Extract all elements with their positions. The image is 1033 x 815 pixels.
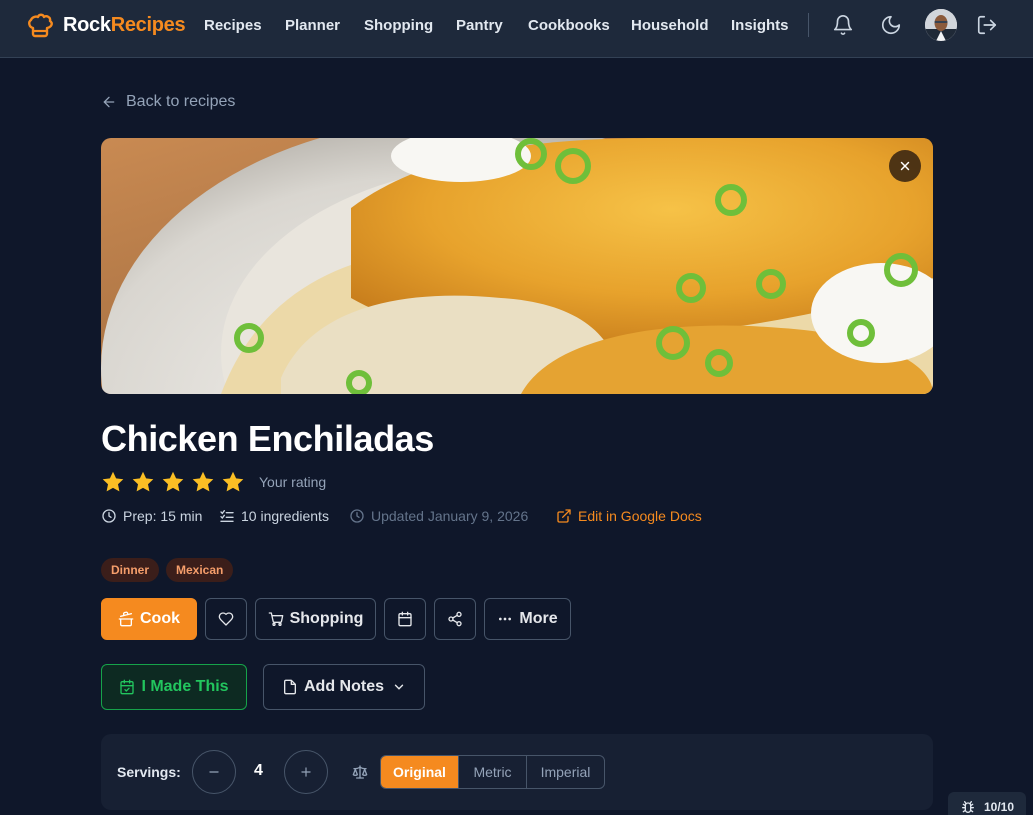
cooking-pot-icon xyxy=(118,611,134,627)
calendar-check-icon xyxy=(120,679,135,695)
chef-hat-icon xyxy=(28,13,53,38)
star-icon[interactable] xyxy=(161,470,185,494)
logo[interactable]: RockRecipes xyxy=(26,11,186,39)
decrease-servings-button[interactable] xyxy=(192,750,236,794)
more-label: More xyxy=(519,610,558,627)
brand-name: Rock xyxy=(63,13,111,36)
nav-insights[interactable]: Insights xyxy=(731,17,789,34)
chevron-down-icon xyxy=(394,684,404,690)
nav-cookbooks[interactable]: Cookbooks xyxy=(528,17,610,34)
arrow-left-icon xyxy=(103,96,115,108)
share-button[interactable] xyxy=(434,598,476,640)
prep-time: Prep: 15 min xyxy=(101,508,202,524)
calendar-button[interactable] xyxy=(384,598,426,640)
prep-time-label: Prep: 15 min xyxy=(123,508,203,524)
nav-planner[interactable]: Planner xyxy=(285,17,340,34)
ingredient-count: 10 ingredients xyxy=(219,508,329,524)
unit-metric[interactable]: Metric xyxy=(458,756,526,788)
add-notes-label: Add Notes xyxy=(304,678,384,695)
edit-link-label: Edit in Google Docs xyxy=(578,508,702,524)
star-rating: Your rating xyxy=(101,470,326,494)
cook-label: Cook xyxy=(140,610,180,627)
star-icon[interactable] xyxy=(101,470,125,494)
servings-label: Servings: xyxy=(117,764,181,780)
nav-pantry[interactable]: Pantry xyxy=(456,17,503,34)
servings-count: 4 xyxy=(254,762,263,779)
back-link-label: Back to recipes xyxy=(126,93,236,110)
favorite-button[interactable] xyxy=(205,598,247,640)
ingredient-count-label: 10 ingredients xyxy=(241,508,329,524)
ellipsis-icon xyxy=(499,617,512,621)
file-icon xyxy=(284,679,296,695)
bell-icon[interactable] xyxy=(832,14,854,36)
more-button[interactable]: More xyxy=(484,598,571,640)
star-icon[interactable] xyxy=(131,470,155,494)
debug-badge[interactable]: 10/10 xyxy=(948,792,1026,815)
nav-recipes[interactable]: Recipes xyxy=(204,17,262,34)
made-this-label: I Made This xyxy=(141,678,229,695)
cart-icon xyxy=(268,612,283,626)
shopping-label: Shopping xyxy=(289,610,364,627)
logout-icon[interactable] xyxy=(976,14,998,36)
heart-icon xyxy=(218,612,234,626)
add-notes-button[interactable]: Add Notes xyxy=(263,664,425,710)
close-icon xyxy=(900,161,910,171)
star-icon[interactable] xyxy=(221,470,245,494)
clock-icon xyxy=(350,509,364,523)
external-link-icon xyxy=(557,509,571,523)
unit-imperial[interactable]: Imperial xyxy=(526,756,604,788)
bug-icon xyxy=(962,801,974,813)
moon-icon[interactable] xyxy=(880,14,902,36)
updated-date: Updated January 9, 2026 xyxy=(349,508,528,524)
nav-shopping[interactable]: Shopping xyxy=(364,17,433,34)
scale-icon xyxy=(352,765,368,779)
plus-icon xyxy=(301,767,311,777)
tag-dinner[interactable]: Dinner xyxy=(101,558,160,582)
close-image-button[interactable] xyxy=(889,150,921,182)
minus-icon xyxy=(209,771,219,773)
list-check-icon xyxy=(220,510,234,522)
shopping-button[interactable]: Shopping xyxy=(255,598,376,640)
tag-mexican[interactable]: Mexican xyxy=(166,558,234,582)
back-to-recipes-link[interactable]: Back to recipes xyxy=(101,93,235,111)
made-this-button[interactable]: I Made This xyxy=(101,664,247,710)
nav-household[interactable]: Household xyxy=(631,17,709,34)
star-icon[interactable] xyxy=(191,470,215,494)
nav-divider xyxy=(808,13,809,37)
brand-name-accent: Recipes xyxy=(110,13,186,36)
unit-original[interactable]: Original xyxy=(381,756,458,788)
unit-toggle: Original Metric Imperial xyxy=(380,755,605,789)
clock-icon xyxy=(102,509,116,523)
share-icon xyxy=(448,611,462,627)
rating-label: Your rating xyxy=(259,474,327,490)
page-title: Chicken Enchiladas xyxy=(101,418,434,459)
updated-date-label: Updated January 9, 2026 xyxy=(371,508,529,524)
avatar[interactable] xyxy=(925,9,957,41)
cook-button[interactable]: Cook xyxy=(101,598,197,640)
debug-count: 10/10 xyxy=(984,800,1015,814)
recipe-hero-image xyxy=(101,138,933,394)
calendar-icon xyxy=(398,611,412,627)
increase-servings-button[interactable] xyxy=(284,750,328,794)
top-nav: RockRecipes Recipes Planner Shopping Pan… xyxy=(0,0,1033,58)
edit-google-docs-link[interactable]: Edit in Google Docs xyxy=(556,508,702,524)
